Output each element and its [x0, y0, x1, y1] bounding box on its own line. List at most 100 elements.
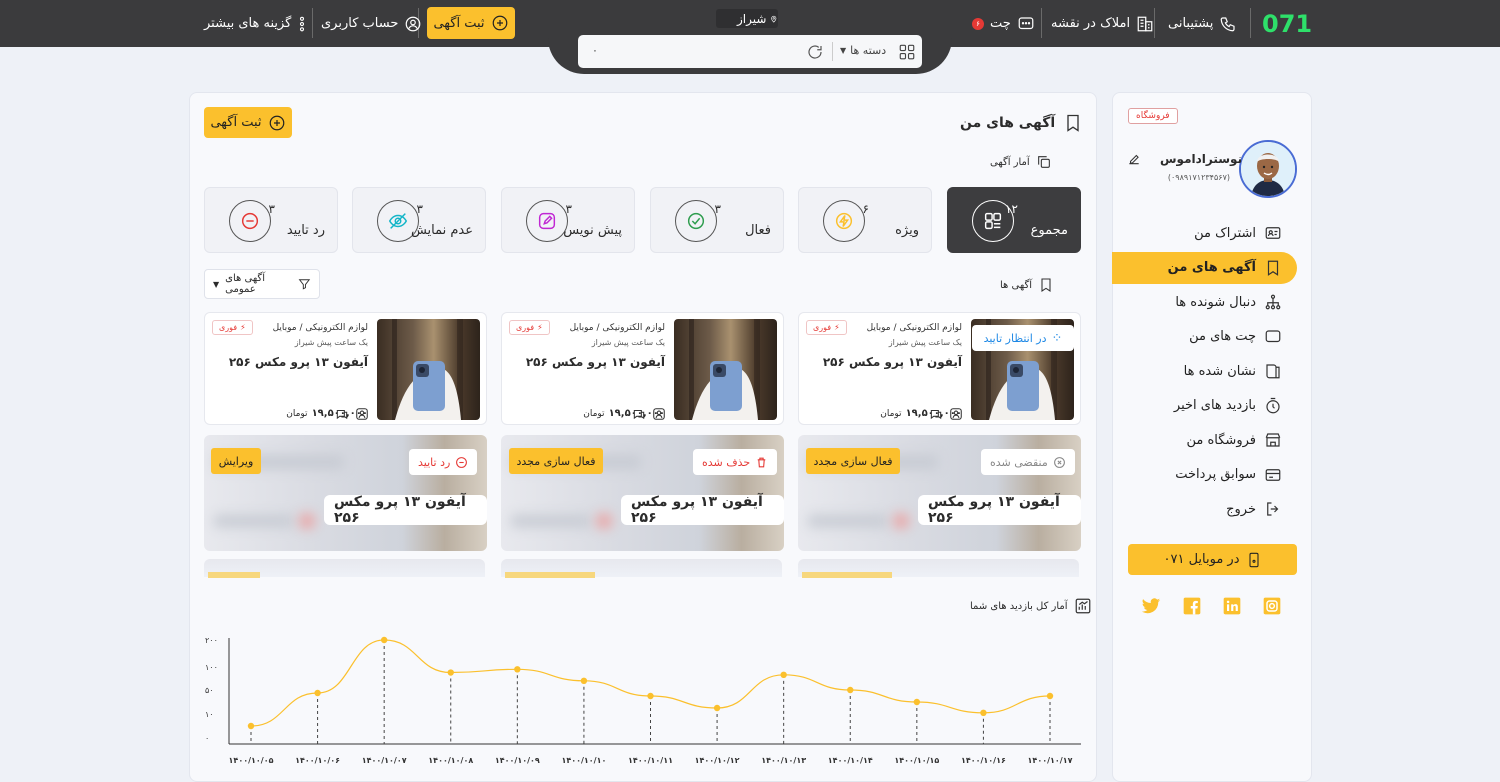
- sidebar-item-logout[interactable]: خروج: [1226, 494, 1282, 524]
- page-title-label: آگهی های من: [960, 115, 1056, 131]
- edit-button[interactable]: ویرایش: [211, 448, 261, 474]
- instagram-icon[interactable]: [1262, 596, 1282, 616]
- support-label: پشتیبانی: [1168, 16, 1214, 31]
- ad-image[interactable]: [674, 319, 777, 420]
- filter-label: آگهی های عمومی: [225, 273, 265, 295]
- mobile-app-button[interactable]: ۰۷۱ در موبایل: [1128, 544, 1297, 575]
- refresh-search-icon[interactable]: [806, 43, 824, 61]
- data-point[interactable]: [247, 722, 255, 730]
- account-link[interactable]: حساب کاربری: [321, 0, 422, 47]
- ads-filter-dropdown[interactable]: ▼ آگهی های عمومی: [204, 269, 320, 299]
- ad-title: آیفون ۱۳ پرو مکس ۲۵۶: [525, 355, 665, 369]
- data-point[interactable]: [713, 704, 721, 712]
- sidebar-item-store[interactable]: فروشگاه من: [1186, 425, 1282, 455]
- chat-link[interactable]: ۶ چت: [972, 0, 1035, 47]
- y-tick-label: ۱۰۰: [205, 663, 218, 672]
- x-tick-label: ۱۴۰۰/۱۰/۰۹: [495, 756, 540, 765]
- id-card-icon: [1265, 227, 1281, 239]
- copy-icon: [1037, 156, 1050, 168]
- chart-heading-label: آمار کل بازدید های شما: [970, 600, 1068, 612]
- logout-icon: [1267, 502, 1279, 516]
- support-link[interactable]: پشتیبانی: [1168, 0, 1237, 47]
- category-dropdown[interactable]: ▼ دسته ها: [840, 44, 886, 57]
- data-point[interactable]: [647, 692, 654, 700]
- sidebar-item-book[interactable]: نشان شده ها: [1184, 356, 1282, 386]
- blur-smear: [893, 513, 909, 529]
- linkedin-icon[interactable]: [1222, 596, 1242, 616]
- blur-smear: [214, 515, 294, 527]
- stat-card-minus[interactable]: ۳ رد تایید: [204, 187, 338, 253]
- filter-icon: [298, 279, 311, 290]
- y-tick-label: ۵۰: [205, 686, 214, 695]
- y-tick-label: ۰: [205, 734, 209, 743]
- map-listings-link[interactable]: املاک در نقشه: [1051, 0, 1154, 47]
- data-point[interactable]: [514, 666, 521, 673]
- data-point[interactable]: [314, 689, 321, 697]
- twitter-icon[interactable]: [1141, 596, 1161, 616]
- blur-smear: [596, 513, 612, 529]
- data-point[interactable]: [580, 677, 588, 684]
- x-tick-label: ۱۴۰۰/۱۰/۱۵: [894, 756, 939, 765]
- eye-off-icon: [388, 213, 408, 229]
- data-point[interactable]: [380, 636, 388, 644]
- user-square-icon: [950, 408, 962, 420]
- sidebar-item-label: چت های من: [1189, 329, 1256, 344]
- data-point[interactable]: [780, 671, 787, 679]
- stat-card-eye-off[interactable]: ۳ عدم نمایش: [352, 187, 486, 253]
- sidebar-item-label: اشتراک من: [1194, 225, 1256, 241]
- archived-ad-title: آیفون ۱۳ پرو مکس ۲۵۶: [324, 494, 487, 526]
- search-bar[interactable]: ۰ ▼ دسته ها: [578, 35, 922, 68]
- stat-card-lightning[interactable]: ۶ ویژه: [798, 187, 932, 253]
- user-circle-icon: [406, 16, 421, 31]
- ad-card[interactable]: لوازم الکترونیکی / موبایل یک ساعت پیش شیر…: [798, 312, 1081, 425]
- ad-card[interactable]: لوازم الکترونیکی / موبایل یک ساعت پیش شیر…: [204, 312, 487, 425]
- reactivate-button[interactable]: فعال سازی مجدد: [806, 448, 900, 474]
- chart-heading: آمار کل بازدید های شما: [970, 597, 1092, 615]
- main-post-ad-button[interactable]: ثبت آگهی: [204, 107, 292, 138]
- bookmark-icon: [1041, 278, 1051, 292]
- stat-icon-circle: [526, 200, 568, 242]
- lightning-icon: ⚡: [240, 323, 246, 332]
- stat-label: فعال: [745, 223, 771, 238]
- y-tick-label: ۲۰۰: [205, 636, 218, 645]
- data-point[interactable]: [913, 698, 921, 706]
- more-options-label: گزینه های بیشتر: [204, 16, 292, 31]
- kebab-menu-icon: [300, 16, 305, 31]
- avatar[interactable]: [1239, 140, 1297, 198]
- edit-profile-icon[interactable]: [1127, 152, 1141, 166]
- ad-category: لوازم الکترونیکی / موبایل: [866, 323, 962, 333]
- sidebar-item-hierarchy[interactable]: دنبال شونده ها: [1175, 287, 1282, 317]
- reactivate-button[interactable]: فعال سازی مجدد: [509, 448, 603, 474]
- sidebar-item-bookmark[interactable]: آگهی های من: [1168, 253, 1282, 283]
- sidebar-item-chat[interactable]: چت های من: [1189, 322, 1282, 352]
- ads-heading: آگهی ها: [1000, 276, 1054, 294]
- more-options-link[interactable]: گزینه های بیشتر: [204, 0, 307, 47]
- close-circle-icon: [1053, 456, 1065, 468]
- data-point[interactable]: [847, 686, 854, 694]
- data-point[interactable]: [980, 709, 987, 716]
- logo[interactable]: 071: [1262, 0, 1312, 47]
- city-selector[interactable]: شیراز: [716, 9, 778, 28]
- sidebar-item-id-card[interactable]: اشتراک من: [1194, 218, 1282, 248]
- stat-card-edit[interactable]: ۳ پیش نویس: [501, 187, 635, 253]
- ad-time-location: یک ساعت پیش شیراز: [888, 338, 962, 347]
- sidebar-item-timer[interactable]: بازدید های اخیر: [1174, 391, 1282, 421]
- buildings-icon: [1137, 16, 1153, 31]
- ad-image[interactable]: [377, 319, 480, 420]
- data-point[interactable]: [1046, 692, 1054, 700]
- data-point[interactable]: [447, 669, 454, 676]
- stats-heading-label: آمار آگهی: [990, 156, 1030, 168]
- minus-icon: [241, 212, 259, 230]
- sidebar-item-receipt[interactable]: سوابق پرداخت: [1175, 460, 1282, 490]
- stat-card-check[interactable]: ۳ فعال: [650, 187, 784, 253]
- blur-smear: [511, 515, 591, 527]
- post-ad-button[interactable]: ثبت آگهی: [427, 7, 515, 39]
- stat-card-grid[interactable]: ۱۲ مجموع: [947, 187, 1081, 253]
- ad-card[interactable]: لوازم الکترونیکی / موبایل یک ساعت پیش شیر…: [501, 312, 784, 425]
- divider: [1250, 8, 1251, 38]
- x-tick-label: ۱۴۰۰/۱۰/۱۰: [561, 756, 606, 765]
- y-tick-label: ۱۰: [205, 710, 214, 719]
- receipt-icon: [1265, 468, 1281, 481]
- sidebar-item-label: فروشگاه من: [1186, 432, 1256, 448]
- facebook-icon[interactable]: [1182, 596, 1202, 616]
